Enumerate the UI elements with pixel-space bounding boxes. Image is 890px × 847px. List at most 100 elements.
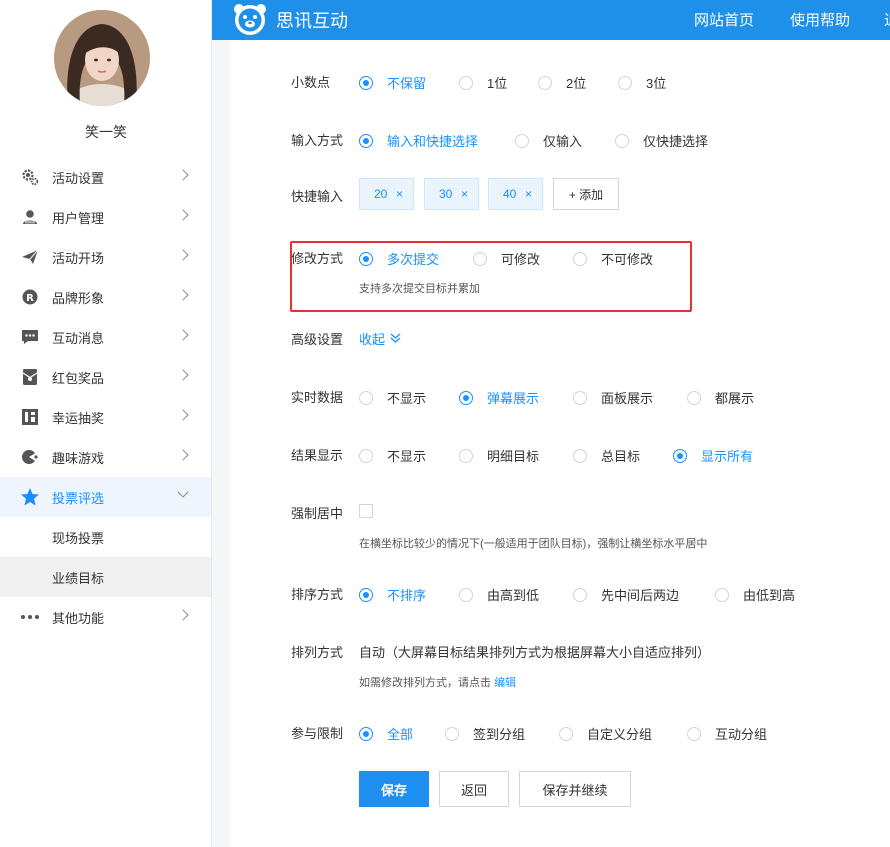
radio-realtime-barrage[interactable]: 弹幕展示 [459,388,539,407]
radio-realtime-panel[interactable]: 面板展示 [573,388,653,407]
registered-icon: R [20,287,40,307]
tag-value: 40 [503,187,517,201]
radio-input-only[interactable]: 仅输入 [515,131,582,150]
sidebar-item-label: 其他功能 [52,610,105,626]
back-button[interactable]: 返回 [439,771,509,807]
sidebar-item-fun-games[interactable]: 趣味游戏 [0,437,211,477]
radio-label: 显示所有 [701,449,754,464]
sidebar-item-brand-image[interactable]: R 品牌形象 [0,277,211,317]
radio-dot [573,251,587,266]
star-icon [20,487,40,507]
sidebar-item-activity-opening[interactable]: 活动开场 [0,237,211,277]
radio-sort-asc[interactable]: 由低到高 [715,585,795,604]
force-center-hint: 在横坐标比较少的情况下(一般适用于团队目标)，强制让横坐标水平居中 [359,538,708,550]
remove-tag-icon[interactable]: × [525,187,532,201]
radio-realtime-hide[interactable]: 不显示 [359,388,426,407]
radio-dot [459,448,473,463]
radio-label: 多次提交 [387,252,440,267]
sidebar-item-label: 活动开场 [52,250,105,266]
save-button[interactable]: 保存 [359,771,429,807]
radio-limit-all[interactable]: 全部 [359,724,413,743]
sidebar-subitem-performance-target[interactable]: 业绩目标 [0,557,211,597]
radio-realtime-all[interactable]: 都展示 [687,388,754,407]
radio-dot [445,726,459,741]
avatar[interactable] [54,10,150,106]
radio-multiple-submit[interactable]: 多次提交 [359,249,439,268]
sidebar-item-lucky-draw[interactable]: 幸运抽奖 [0,397,211,437]
radio-dot [538,75,552,90]
radio-decimal-2[interactable]: 2位 [538,73,586,92]
decimal-label: 小数点 [291,75,331,90]
nav-home-link[interactable]: 网站首页 [694,9,754,30]
nav-logout-link[interactable]: 退 [884,9,890,30]
double-chevron-down-icon [390,331,401,346]
svg-text:R: R [26,293,34,304]
quick-input-label: 快捷输入 [291,189,344,204]
radio-decimal-1[interactable]: 1位 [459,73,507,92]
chevron-right-icon [177,609,189,621]
radio-dot [559,726,573,741]
radio-result-all[interactable]: 显示所有 [673,446,753,465]
radio-input-and-quick[interactable]: 输入和快捷选择 [359,131,478,150]
remove-tag-icon[interactable]: × [396,187,403,201]
force-center-checkbox[interactable] [359,504,373,518]
radio-result-detail[interactable]: 明细目标 [459,446,539,465]
radio-label: 可修改 [501,252,541,267]
radio-dot [618,75,632,90]
sort-label: 排序方式 [291,587,344,602]
arrange-label: 排列方式 [291,645,344,660]
radio-decimal-3[interactable]: 3位 [618,73,666,92]
radio-label: 面板展示 [601,391,654,406]
sidebar-item-other-functions[interactable]: 其他功能 [0,597,211,637]
remove-tag-icon[interactable]: × [461,187,468,201]
radio-dot [473,251,487,266]
gear-icon [20,167,40,187]
bear-logo-icon[interactable] [232,2,268,36]
radio-label: 不显示 [387,449,427,464]
arrange-hint: 如需修改排列方式，请点击 编辑 [359,674,516,690]
user-icon [20,207,40,227]
radio-not-modifiable[interactable]: 不可修改 [573,249,653,268]
radio-result-total[interactable]: 总目标 [573,446,640,465]
sidebar-item-activity-settings[interactable]: 活动设置 [0,157,211,197]
radio-sort-desc[interactable]: 由高到低 [459,585,539,604]
chevron-down-icon [177,486,189,498]
radio-modifiable[interactable]: 可修改 [473,249,540,268]
radio-sort-middle-out[interactable]: 先中间后两边 [573,585,679,604]
save-and-continue-button[interactable]: 保存并继续 [519,771,631,807]
add-quick-tag-button[interactable]: + 添加 [553,178,619,210]
radio-label: 不排序 [387,588,427,603]
collapse-toggle[interactable]: 收起 [359,329,401,348]
radio-limit-custom-group[interactable]: 自定义分组 [559,724,652,743]
quick-tag: 40 × [488,178,543,210]
quick-tag: 30 × [424,178,479,210]
radio-sort-none[interactable]: 不排序 [359,585,426,604]
sidebar-subitem-live-vote[interactable]: 现场投票 [0,517,211,557]
sidebar-item-label: 活动设置 [52,170,105,186]
radio-dot [715,587,729,602]
radio-label: 由低到高 [743,588,796,603]
sidebar-menu: 活动设置 用户管理 活动开场 R 品牌形象 互动消息 红包奖品 幸运抽奖 趣味游… [0,157,211,637]
radio-limit-checkin-group[interactable]: 签到分组 [445,724,525,743]
radio-result-hide[interactable]: 不显示 [359,446,426,465]
sidebar-item-interactive-messages[interactable]: 互动消息 [0,317,211,357]
sidebar-item-red-envelope-prizes[interactable]: 红包奖品 [0,357,211,397]
radio-label: 3位 [646,76,667,91]
radio-label: 2位 [566,76,587,91]
radio-decimal-none[interactable]: 不保留 [359,73,426,92]
main-area: 小数点 不保留 1位 2位 3位 输入方式 输入和快捷选择 仅输入 仅快捷选择 … [212,40,890,847]
radio-dot [359,726,373,741]
quick-tag: 20 × [359,178,414,210]
sidebar-item-user-management[interactable]: 用户管理 [0,197,211,237]
radio-dot [359,251,373,266]
lottery-icon [20,407,40,427]
radio-quick-only[interactable]: 仅快捷选择 [615,131,708,150]
edit-arrange-link[interactable]: 编辑 [494,677,516,689]
radio-limit-interactive-group[interactable]: 互动分组 [687,724,767,743]
radio-dot [459,75,473,90]
radio-label: 仅快捷选择 [643,134,709,149]
chevron-right-icon [177,329,189,341]
sidebar-item-voting[interactable]: 投票评选 [0,477,211,517]
modify-mode-hint: 支持多次提交目标并累加 [359,283,480,295]
nav-help-link[interactable]: 使用帮助 [790,9,850,30]
